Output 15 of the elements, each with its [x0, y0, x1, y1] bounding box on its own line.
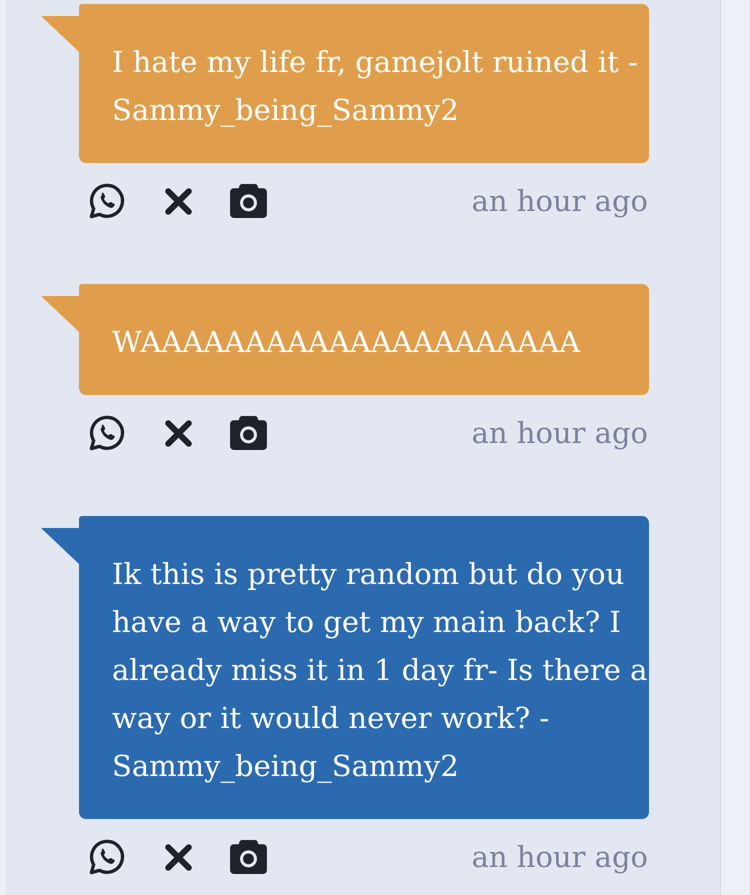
close-icon[interactable]	[164, 186, 193, 216]
timestamp: an hour ago	[472, 839, 648, 876]
camera-icon[interactable]	[230, 840, 267, 874]
timestamp: an hour ago	[472, 183, 648, 220]
timestamp: an hour ago	[472, 415, 648, 452]
message-text: WAAAAAAAAAAAAAAAAAAAAA	[112, 324, 582, 361]
camera-icon[interactable]	[230, 416, 267, 450]
close-icon[interactable]	[164, 418, 193, 448]
chat-phone-icon[interactable]	[89, 183, 125, 219]
message-text: Ik this is pretty random but do you have a way to get my main back? I already miss it in 1 day fr- Is there a way or it would never work? - Sammy_being_Sammy2	[112, 556, 648, 785]
close-icon[interactable]	[164, 842, 193, 872]
chat-phone-icon[interactable]	[89, 839, 125, 875]
message-text: I hate my life fr, gamejolt ruined it - Sammy_being_Sammy2	[112, 44, 639, 129]
chat-phone-icon[interactable]	[89, 415, 125, 451]
camera-icon[interactable]	[230, 184, 267, 218]
